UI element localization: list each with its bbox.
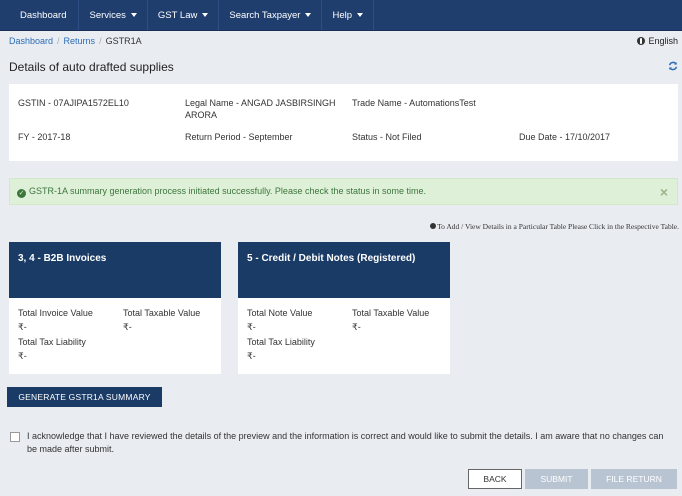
total-taxable-value-label: Total Taxable Value — [352, 308, 430, 318]
nav-gst-law[interactable]: GST Law — [148, 0, 220, 30]
breadcrumb-returns[interactable]: Returns — [64, 36, 96, 46]
trade-name: Trade Name - AutomationsTest — [352, 98, 476, 108]
back-button[interactable]: BACK — [468, 469, 522, 489]
nav-services-label: Services — [89, 9, 126, 21]
nav-services[interactable]: Services — [79, 0, 148, 30]
due-date: Due Date - 17/10/2017 — [519, 132, 611, 142]
legal-name-line-2: ARORA — [185, 110, 218, 120]
return-period: Return Period - September — [185, 132, 293, 142]
language-label: English — [648, 36, 678, 46]
breadcrumb-bar: Dashboard / Returns / GSTR1A English — [0, 31, 682, 51]
breadcrumb: Dashboard / Returns / GSTR1A — [9, 36, 142, 46]
total-taxable-value-label: Total Taxable Value — [123, 308, 201, 318]
nav-gst-law-label: GST Law — [157, 9, 198, 21]
nav-dashboard[interactable]: Dashboard — [0, 0, 80, 30]
acknowledge-checkbox[interactable] — [10, 432, 20, 442]
chevron-down-icon — [357, 13, 364, 17]
nav-search-taxpayer-label: Search Taxpayer — [229, 9, 301, 21]
tile-b2b-invoices[interactable]: 3, 4 - B2B Invoices Total Invoice Value … — [9, 242, 221, 374]
file-return-button[interactable]: FILE RETURN — [591, 469, 677, 489]
total-invoice-value-label: Total Invoice Value — [18, 308, 93, 318]
taxpayer-info-panel: GSTIN - 07AJIPA1572EL10 Legal Name - ANG… — [9, 84, 678, 161]
success-alert: ✓ GSTR-1A summary generation process init… — [9, 178, 678, 205]
total-tax-liability: ₹- — [247, 351, 256, 361]
total-note-value-label: Total Note Value — [247, 308, 313, 318]
refresh-icon[interactable] — [668, 60, 678, 74]
chevron-down-icon — [305, 13, 312, 17]
generate-summary-button[interactable]: GENERATE GSTR1A SUMMARY — [7, 387, 162, 407]
tile-title: 5 - Credit / Debit Notes (Registered) — [238, 242, 450, 298]
check-circle-icon: ✓ — [17, 189, 26, 198]
page-title: Details of auto drafted supplies — [9, 60, 174, 74]
filing-status: Status - Not Filed — [352, 132, 422, 142]
total-tax-liability-label: Total Tax Liability — [247, 337, 315, 347]
gstin: GSTIN - 07AJIPA1572EL10 — [18, 98, 129, 108]
acknowledge-text: I acknowledge that I have reviewed the d… — [27, 431, 664, 454]
tile-title: 3, 4 - B2B Invoices — [9, 242, 221, 298]
financial-year: FY - 2017-18 — [18, 132, 71, 142]
chevron-down-icon — [202, 13, 209, 17]
breadcrumb-current: GSTR1A — [105, 36, 142, 46]
legal-name-line-1: Legal Name - ANGAD JASBIRSINGH — [185, 98, 336, 108]
total-note-value: ₹- — [247, 322, 256, 332]
total-taxable-value: ₹- — [352, 322, 361, 332]
language-selector[interactable]: English — [637, 36, 678, 46]
total-tax-liability: ₹- — [18, 351, 27, 361]
total-invoice-value: ₹- — [18, 322, 27, 332]
nav-help[interactable]: Help — [322, 0, 375, 30]
info-icon — [430, 223, 437, 229]
submit-button[interactable]: SUBMIT — [525, 469, 588, 489]
globe-icon — [637, 37, 646, 45]
breadcrumb-separator: / — [57, 36, 60, 46]
legal-name: Legal Name - ANGAD JASBIRSINGH ARORA — [185, 97, 336, 121]
nav-search-taxpayer[interactable]: Search Taxpayer — [219, 0, 323, 30]
chevron-down-icon — [130, 13, 137, 17]
close-icon[interactable]: × — [660, 184, 668, 200]
breadcrumb-separator: / — [99, 36, 102, 46]
nav-help-label: Help — [332, 9, 353, 21]
total-taxable-value: ₹- — [123, 322, 132, 332]
top-navigation: Dashboard Services GST Law Search Taxpay… — [0, 0, 682, 31]
nav-dashboard-label: Dashboard — [20, 9, 67, 21]
total-tax-liability-label: Total Tax Liability — [18, 337, 86, 347]
alert-message: GSTR-1A summary generation process initi… — [29, 186, 427, 196]
tile-credit-debit-notes[interactable]: 5 - Credit / Debit Notes (Registered) To… — [238, 242, 450, 374]
table-hint-text: To Add / View Details in a Particular Ta… — [437, 222, 679, 231]
breadcrumb-dashboard[interactable]: Dashboard — [9, 36, 53, 46]
alert-message-row: ✓ GSTR-1A summary generation process init… — [17, 186, 426, 198]
table-hint: To Add / View Details in a Particular Ta… — [430, 222, 679, 231]
